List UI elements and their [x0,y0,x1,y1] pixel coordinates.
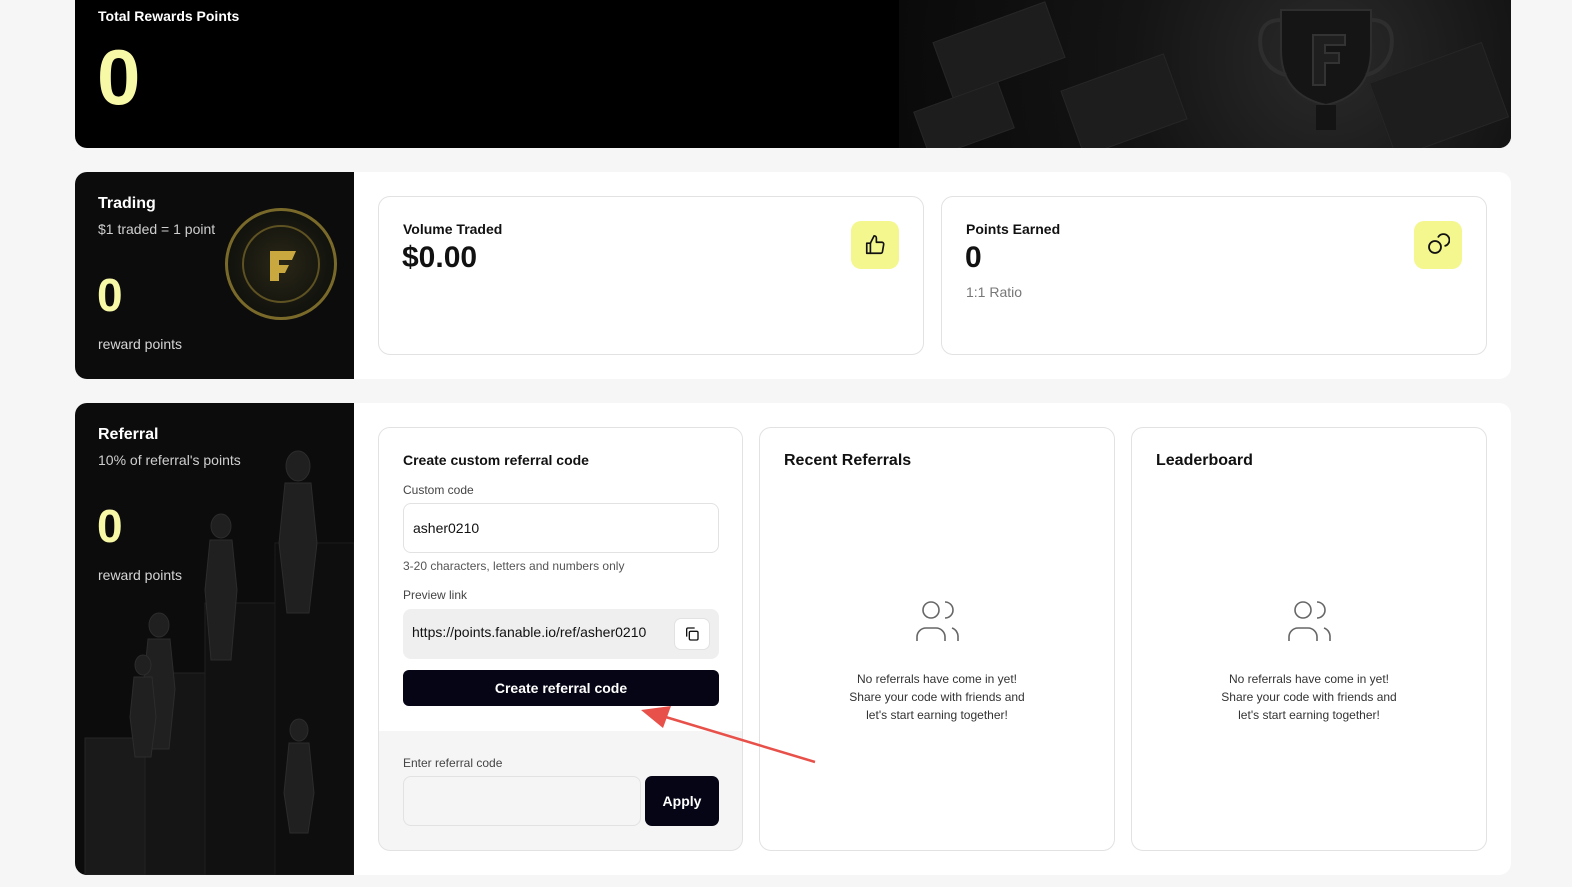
copy-link-button[interactable] [674,618,710,650]
total-rewards-banner: Total Rewards Points 0 [75,0,1511,148]
trophy-icon [1258,9,1394,130]
volume-traded-value: $0.00 [402,241,478,274]
custom-code-label: Custom code [403,483,474,497]
preview-link-text: https://points.fanable.io/ref/asher0210 [412,624,647,640]
apply-button[interactable]: Apply [645,776,719,826]
leaderboard-empty-message: No referrals have come in yet! Share you… [1221,672,1397,722]
trading-points-value: 0 [97,269,123,321]
referral-section: Referral 10% of referral's points 0 rewa… [75,403,1511,875]
referral-points-value: 0 [97,500,123,552]
trading-title: Trading [98,195,156,212]
referral-summary: Referral 10% of referral's points 0 rewa… [75,403,354,875]
recent-referrals-title: Recent Referrals [784,452,912,469]
points-earned-card: Points Earned 0 1:1 Ratio [941,196,1487,355]
ratio-note: 1:1 Ratio [966,284,1023,300]
points-earned-value: 0 [965,241,982,274]
total-points-value: 0 [97,33,141,121]
users-icon [1288,601,1331,641]
preview-link-label: Preview link [403,588,468,602]
custom-code-input[interactable] [403,503,719,553]
create-referral-card: Create custom referral code Custom code … [378,427,743,851]
create-referral-title: Create custom referral code [403,452,589,468]
create-referral-code-button[interactable]: Create referral code [403,670,719,706]
referral-title: Referral [98,426,159,443]
referral-points-label: reward points [98,567,183,583]
trading-points-label: reward points [98,336,183,352]
copy-icon [686,627,699,641]
hero-title: Total Rewards Points [98,8,240,24]
recent-referrals-card: Recent Referrals No referrals have come … [759,427,1115,851]
volume-traded-label: Volume Traded [403,221,503,237]
trading-section: Trading $1 traded = 1 point 0 reward poi… [75,172,1511,379]
referral-subtitle: 10% of referral's points [98,452,241,468]
leaderboard-card: Leaderboard No referrals have come in ye… [1131,427,1487,851]
trading-subtitle: $1 traded = 1 point [98,221,216,237]
points-earned-label: Points Earned [966,221,1061,237]
coins-icon [1414,221,1462,269]
thumbs-up-icon [851,221,899,269]
volume-traded-card: Volume Traded $0.00 [378,196,924,355]
podium-figures-image [84,450,354,875]
referral-code-input[interactable] [403,776,641,826]
preview-link-field: https://points.fanable.io/ref/asher0210 [403,609,719,659]
leaderboard-title: Leaderboard [1156,452,1253,469]
enter-referral-label: Enter referral code [403,756,503,770]
custom-code-hint: 3-20 characters, letters and numbers onl… [403,559,625,573]
trading-summary: Trading $1 traded = 1 point 0 reward poi… [75,172,354,379]
users-icon [916,601,959,641]
recent-empty-message: No referrals have come in yet! Share you… [849,672,1025,722]
fanable-coin-image [225,208,337,320]
trophy-artwork [899,0,1511,148]
